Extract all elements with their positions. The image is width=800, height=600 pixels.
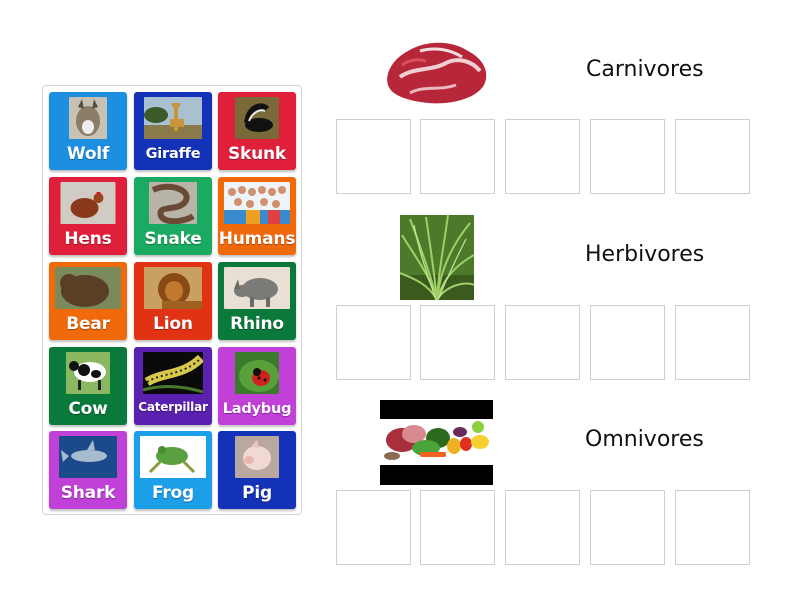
- tile-skunk[interactable]: Skunk: [218, 92, 296, 170]
- carnivores-drop-slot[interactable]: [505, 119, 580, 194]
- tile-label: Ladybug: [222, 401, 292, 417]
- skunk-photo-icon: [235, 97, 279, 139]
- omnivores-title: Omnivores: [585, 427, 704, 452]
- herbivores-drop-slot[interactable]: [590, 305, 665, 380]
- herbivores-title: Herbivores: [585, 242, 705, 267]
- omnivores-drop-slot[interactable]: [336, 490, 411, 565]
- hen-photo-icon: [60, 182, 116, 224]
- giraffe-photo-icon: [144, 97, 202, 139]
- tile-pig[interactable]: Pig: [218, 431, 296, 509]
- carnivores-title: Carnivores: [586, 57, 704, 82]
- tile-label: Wolf: [66, 144, 110, 164]
- tile-humans[interactable]: Humans: [218, 177, 296, 255]
- herbivores-drop-slot[interactable]: [336, 305, 411, 380]
- tile-label: Bear: [66, 314, 110, 334]
- herbivores-drop-slot[interactable]: [420, 305, 495, 380]
- omnivores-drop-slot[interactable]: [675, 490, 750, 565]
- omnivores-drop-slot[interactable]: [505, 490, 580, 565]
- tile-rhino[interactable]: Rhino: [218, 262, 296, 340]
- tile-wolf[interactable]: Wolf: [49, 92, 127, 170]
- bear-photo-icon: [55, 267, 121, 309]
- lion-photo-icon: [144, 267, 202, 309]
- raw-meat-icon: [387, 42, 487, 104]
- tile-cow[interactable]: Cow: [49, 347, 127, 425]
- cow-photo-icon: [66, 352, 110, 394]
- shark-photo-icon: [59, 436, 117, 478]
- carnivores-image: [380, 37, 492, 107]
- herbivores-image: [400, 215, 474, 300]
- tile-bear[interactable]: Bear: [49, 262, 127, 340]
- tile-label: Humans: [218, 229, 296, 249]
- rhino-photo-icon: [224, 267, 290, 309]
- pig-photo-icon: [235, 436, 279, 478]
- tile-label: Shark: [60, 483, 116, 503]
- tile-label: Giraffe: [145, 146, 201, 162]
- omnivores-drop-slot[interactable]: [590, 490, 665, 565]
- carnivores-drop-slot[interactable]: [420, 119, 495, 194]
- carnivores-drop-slot[interactable]: [336, 119, 411, 194]
- tile-frog[interactable]: Frog: [134, 431, 212, 509]
- humans-photo-icon: [224, 182, 290, 224]
- meat-and-vegetables-icon: [380, 400, 493, 485]
- tile-shark[interactable]: Shark: [49, 431, 127, 509]
- tile-label: Snake: [144, 229, 202, 249]
- tile-snake[interactable]: Snake: [134, 177, 212, 255]
- tile-label: Cow: [68, 399, 108, 419]
- herbivores-drop-slot[interactable]: [675, 305, 750, 380]
- carnivores-drop-slot[interactable]: [590, 119, 665, 194]
- tile-label: Rhino: [230, 314, 284, 334]
- tile-label: Lion: [153, 314, 193, 334]
- tile-label: Pig: [242, 483, 272, 503]
- tile-label: Hens: [64, 229, 112, 249]
- tile-ladybug[interactable]: Ladybug: [218, 347, 296, 425]
- caterpillar-photo-icon: [143, 352, 203, 394]
- carnivores-drop-slot[interactable]: [675, 119, 750, 194]
- tile-caterpillar[interactable]: Caterpillar: [134, 347, 212, 425]
- tile-hens[interactable]: Hens: [49, 177, 127, 255]
- grass-icon: [400, 215, 474, 300]
- tile-lion[interactable]: Lion: [134, 262, 212, 340]
- frog-photo-icon: [140, 436, 206, 478]
- omnivores-drop-slot[interactable]: [420, 490, 495, 565]
- tile-giraffe[interactable]: Giraffe: [134, 92, 212, 170]
- omnivores-image: [380, 400, 493, 485]
- herbivores-drop-slot[interactable]: [505, 305, 580, 380]
- ladybug-photo-icon: [235, 352, 279, 394]
- snake-photo-icon: [149, 182, 197, 224]
- tile-label: Caterpillar: [138, 400, 208, 414]
- wolf-photo-icon: [69, 97, 107, 139]
- tile-label: Skunk: [227, 144, 287, 164]
- tile-label: Frog: [152, 483, 194, 503]
